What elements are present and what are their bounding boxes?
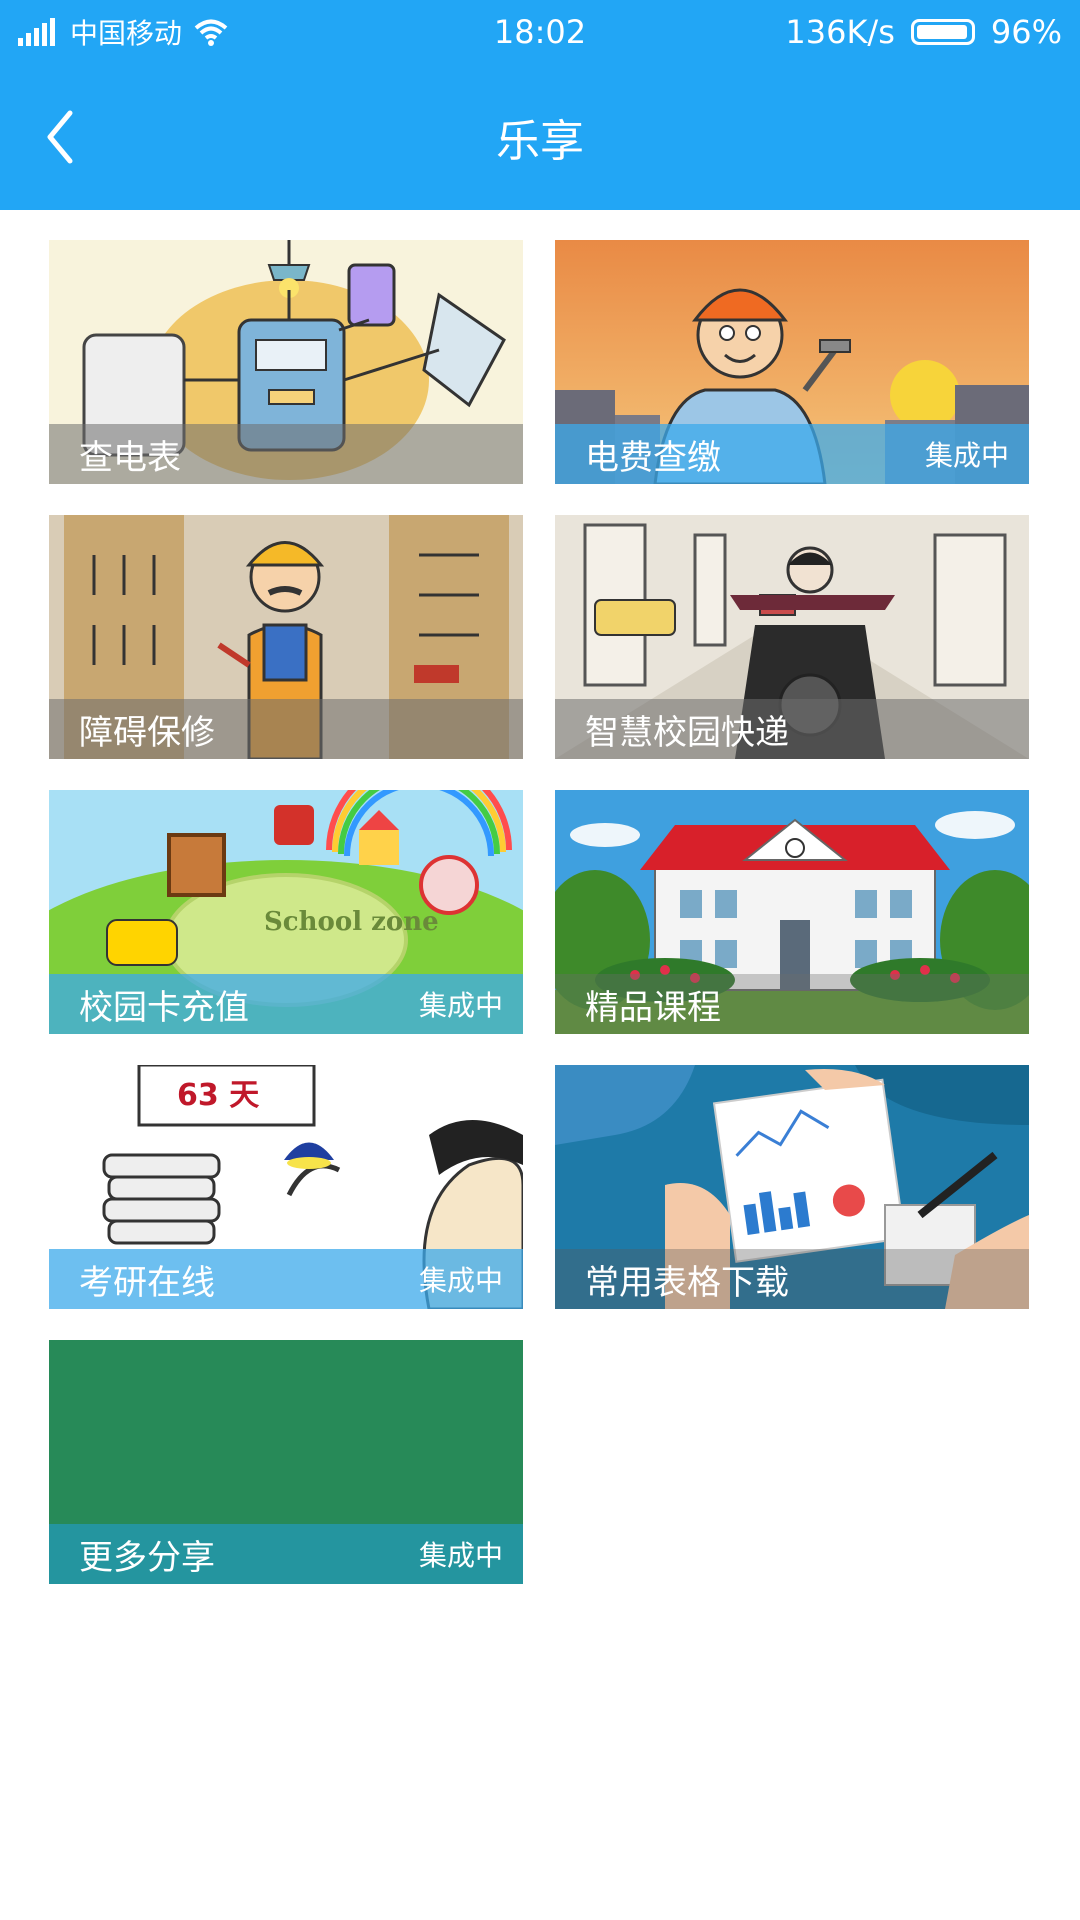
tile-label-bar: 考研在线 集成中	[49, 1249, 523, 1309]
tile-label: 智慧校园快递	[585, 712, 789, 753]
tile-label-bar: 障碍保修	[49, 699, 523, 759]
tile-label: 电费查缴	[585, 437, 721, 478]
tile-label: 查电表	[79, 437, 181, 478]
tile-campus-card[interactable]: School zone 校园卡充值 集成中	[49, 790, 523, 1034]
school-zone-text: School zone	[264, 907, 439, 937]
tile-label: 校园卡充值	[79, 987, 249, 1028]
tile-forms-download[interactable]: 常用表格下载	[555, 1065, 1029, 1309]
tile-badge: 集成中	[418, 1264, 503, 1297]
tile-courses[interactable]: 精品课程	[555, 790, 1029, 1034]
tile-label: 更多分享	[79, 1537, 215, 1578]
tile-label-bar: 更多分享 集成中	[49, 1524, 523, 1584]
battery-icon	[910, 19, 975, 45]
tile-label: 精品课程	[585, 987, 721, 1028]
tile-label-bar: 校园卡充值 集成中	[49, 974, 523, 1034]
tile-label-bar: 电费查缴 集成中	[555, 424, 1029, 484]
tile-repair[interactable]: 障碍保修	[49, 515, 523, 759]
title-bar: 乐享	[0, 64, 1080, 210]
tile-label: 考研在线	[79, 1262, 215, 1303]
tile-badge: 集成中	[418, 1539, 503, 1572]
tile-badge: 集成中	[924, 439, 1009, 472]
tile-label-bar: 常用表格下载	[555, 1249, 1029, 1309]
tile-label: 常用表格下载	[585, 1262, 789, 1303]
network-speed: 136K/s	[785, 13, 895, 51]
countdown-text: 63 天	[177, 1078, 259, 1113]
battery-percent: 96%	[990, 13, 1062, 51]
tile-badge: 集成中	[418, 989, 503, 1022]
tile-label-bar: 查电表	[49, 424, 523, 484]
status-bar: 中国移动 18:02 136K/s 96%	[0, 0, 1080, 64]
status-right: 136K/s 96%	[785, 0, 1062, 64]
tile-exam-online[interactable]: 63 天 考研在线 集成中	[49, 1065, 523, 1309]
page-title: 乐享	[496, 116, 584, 167]
tile-electric-meter[interactable]: 查电表	[49, 240, 523, 484]
tile-campus-express[interactable]: 智慧校园快递	[555, 515, 1029, 759]
tile-more-share[interactable]: 更多分享 集成中	[49, 1340, 523, 1584]
tile-electricity-bill[interactable]: 电费查缴 集成中	[555, 240, 1029, 484]
tile-label-bar: 精品课程	[555, 974, 1029, 1034]
tile-label-bar: 智慧校园快递	[555, 699, 1029, 759]
tile-label: 障碍保修	[79, 712, 215, 753]
